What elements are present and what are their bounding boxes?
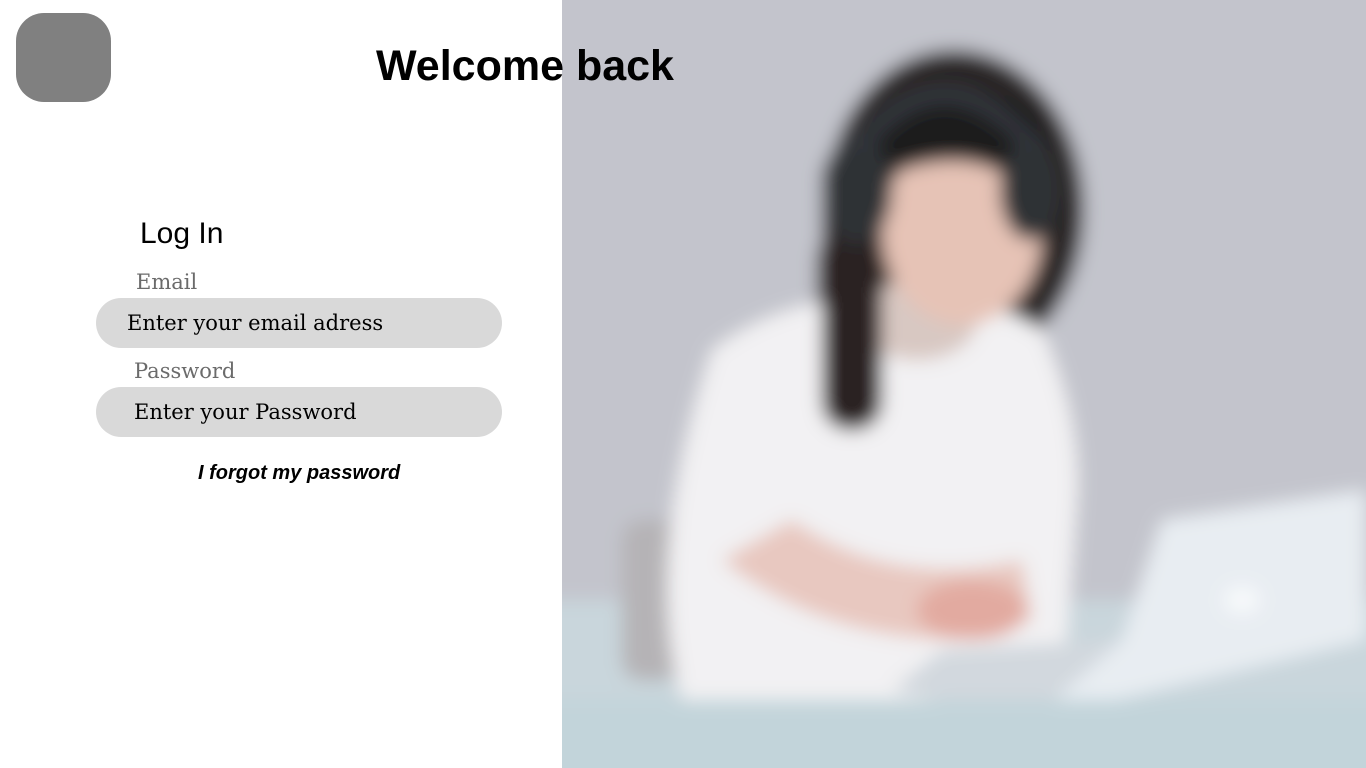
- email-field[interactable]: [96, 298, 502, 348]
- password-label: Password: [134, 359, 236, 383]
- hero-photo: [562, 0, 1366, 768]
- woman-with-headphones-illustration: [562, 0, 1366, 768]
- login-heading: Log In: [140, 217, 224, 250]
- login-page: Welcome back Log In Email Password I for…: [0, 0, 1366, 768]
- page-title: Welcome back: [376, 42, 674, 90]
- password-field[interactable]: [96, 387, 502, 437]
- email-label: Email: [136, 270, 198, 294]
- forgot-password-link[interactable]: I forgot my password: [198, 461, 400, 485]
- logo-placeholder: [16, 13, 111, 102]
